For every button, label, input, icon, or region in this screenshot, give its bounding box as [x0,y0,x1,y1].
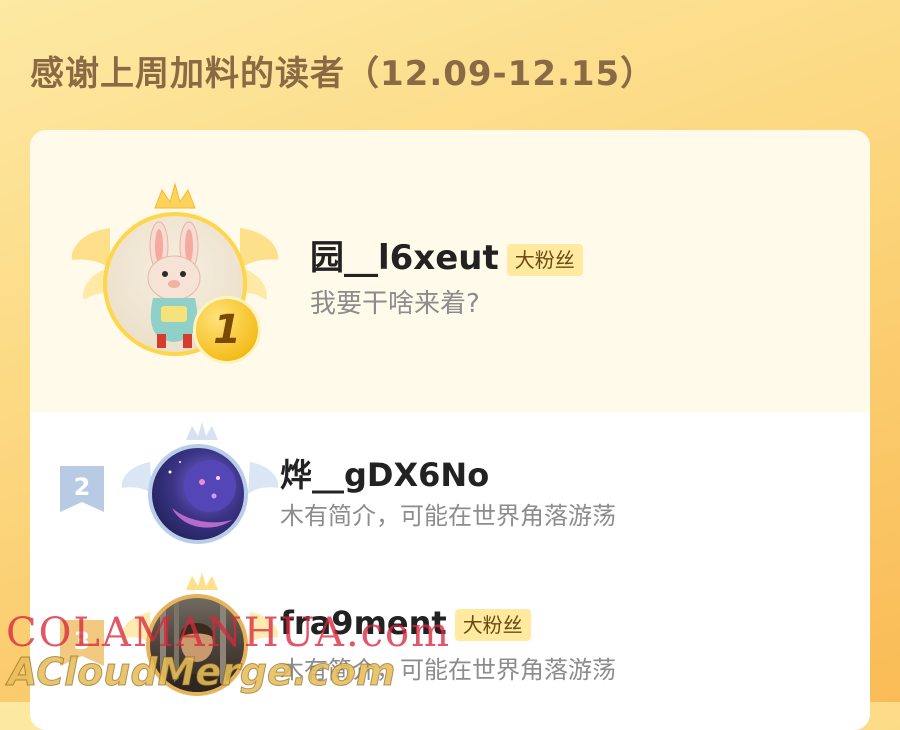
rank-flag-icon: 2 [60,466,104,512]
reader-name[interactable]: 园__l6xeut 大粉丝 [310,230,583,279]
galaxy-avatar-icon [168,460,236,528]
rank-number: 2 [74,473,91,501]
reader-bio: 木有简介，可能在世界角落游荡 [280,502,616,530]
page-title: 感谢上周加料的读者（12.09-12.15） [30,54,656,94]
reader-bio: 我要干啥来着? [310,289,480,319]
fan-badge: 大粉丝 [506,243,583,276]
reader-name[interactable]: 烨__gDX6No [280,450,489,496]
avatar[interactable] [148,444,248,544]
fan-badge: 大粉丝 [454,609,531,641]
rank-medal-icon: 1 [193,296,261,364]
reader-name-text: 园__l6xeut [310,238,499,278]
watermark-line-2: ACloudMerge.com [7,650,396,695]
